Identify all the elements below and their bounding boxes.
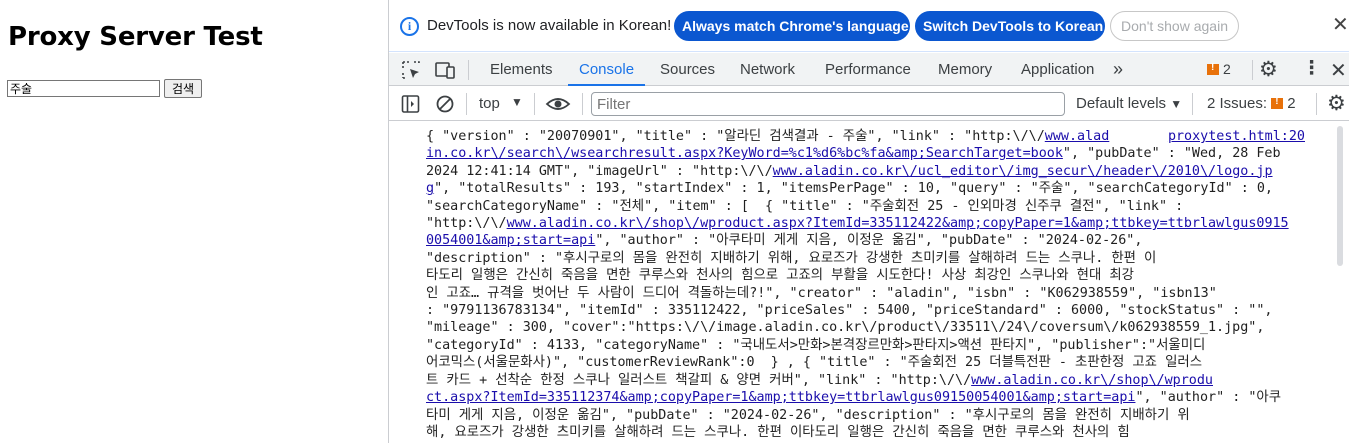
console-scrollbar[interactable]	[1336, 126, 1344, 443]
console-log-line: 타미 게게 지음, 이정운 옮김", "pubDate" : "2024-02-…	[426, 407, 1308, 424]
console-output: { "version" : "20070901", "title" : "알라딘…	[389, 122, 1349, 443]
sidebar-toggle-icon[interactable]	[400, 93, 422, 115]
switch-korean-button[interactable]: Switch DevTools to Korean	[915, 11, 1105, 41]
live-expression-eye-icon[interactable]	[545, 93, 571, 115]
console-text: : "9791136783134", "itemId" : 335112422,…	[426, 303, 1273, 319]
issues-label: 2 Issues:	[1207, 95, 1268, 112]
settings-gear-icon[interactable]: ⚙	[1259, 57, 1278, 82]
console-filter-input[interactable]	[591, 92, 1065, 116]
tab-console[interactable]: Console	[567, 53, 646, 86]
page-title: Proxy Server Test	[8, 22, 263, 52]
console-log-line: "searchCategoryName" : "전체", "item" : [ …	[426, 198, 1308, 215]
language-infobar: i DevTools is now available in Korean! A…	[389, 0, 1349, 52]
console-text: 2024 12:41:14 GMT", "imageUrl" : "http:\…	[426, 163, 773, 179]
tab-application[interactable]: Application	[1021, 53, 1094, 86]
toolbar-divider	[1316, 93, 1317, 115]
context-selector[interactable]: top	[479, 95, 500, 112]
inspect-element-icon[interactable]	[400, 59, 422, 81]
levels-dropdown-arrow-icon: ▼	[1170, 97, 1183, 111]
console-log-line: 해, 요로즈가 강생한 츠미키를 살해하려 드는 스쿠나. 한편 이타도리 일행…	[426, 424, 1308, 441]
console-log-line: in.co.kr\/search\/wsearchresult.aspx?Key…	[426, 145, 1308, 162]
devtools-panel: i DevTools is now available in Korean! A…	[388, 0, 1349, 443]
console-text: { "version" : "20070901", "title" : "알라딘…	[426, 129, 1045, 144]
infobar-message: DevTools is now available in Korean!	[427, 17, 672, 34]
console-text: ", "author" : "아쿠타미 게게 지음, 이정운 옮김", "pub…	[595, 233, 1143, 249]
toolbar-divider	[468, 60, 469, 80]
log-levels-label: Default levels	[1076, 95, 1167, 112]
issues-counter[interactable]: 2 Issues: 2	[1207, 95, 1296, 112]
issues-badge-count: 2	[1223, 61, 1231, 77]
toolbar-divider	[1192, 93, 1193, 115]
console-url-link[interactable]: g	[426, 181, 434, 196]
console-url-link[interactable]: in.co.kr\/search\/wsearchresult.aspx?Key…	[426, 146, 1063, 161]
issues-count: 2	[1287, 95, 1296, 112]
console-log-line: "http:\/\/www.aladin.co.kr\/shop\/wprodu…	[426, 215, 1308, 232]
console-log-message: { "version" : "20070901", "title" : "알라딘…	[426, 128, 1308, 441]
page-viewport: Proxy Server Test 검색	[0, 0, 388, 443]
console-log-line: 0054001&amp;start=api", "author" : "아쿠타미…	[426, 232, 1308, 249]
console-url-link[interactable]: www.aladin.co.kr\/shop\/wproduct.aspx?It…	[507, 216, 1289, 231]
console-text: 타도리 일행은 간신히 죽음을 면한 쿠루스와 천사의 힘으로 고죠의 부활을 …	[426, 268, 1134, 284]
close-icon[interactable]: ✕	[1332, 15, 1349, 35]
console-toolbar: top ▼ Default levels ▼ 2 Issues: 2 ⚙	[389, 87, 1349, 121]
search-input[interactable]	[7, 80, 160, 97]
console-log-line: "mileage" : 300, "cover":"https:\/\/imag…	[426, 319, 1308, 336]
console-text: 트 카드 + 선착순 한정 스쿠나 일러스트 책갈피 & 양면 커버", "li…	[426, 372, 972, 388]
console-log-line: "categoryId" : 4133, "categoryName" : "국…	[426, 337, 1308, 354]
console-log-line: "description" : "후시구로의 몸을 완전히 지배하기 위해, 요…	[426, 250, 1308, 267]
console-log-line: 트 카드 + 선착순 한정 스쿠나 일러스트 책갈피 & 양면 커버", "li…	[426, 372, 1308, 389]
console-log-line: 타도리 일행은 간신히 죽음을 면한 쿠루스와 천사의 힘으로 고죠의 부활을 …	[426, 267, 1308, 284]
match-language-button[interactable]: Always match Chrome's language	[674, 11, 910, 41]
issue-flag-icon	[1207, 62, 1219, 75]
info-icon: i	[400, 17, 419, 36]
clear-console-icon[interactable]	[434, 93, 456, 115]
console-text: 인 고죠… 규격을 벗어난 두 사람이 드디어 격돌하는데?!", "creat…	[426, 285, 1217, 301]
console-log-line: 인 고죠… 규격을 벗어난 두 사람이 드디어 격돌하는데?!", "creat…	[426, 285, 1308, 302]
toolbar-divider	[1252, 60, 1253, 80]
search-button[interactable]: 검색	[164, 79, 202, 98]
tab-sources[interactable]: Sources	[660, 53, 715, 86]
log-levels-dropdown[interactable]: Default levels ▼	[1076, 95, 1182, 112]
console-log-line: : "9791136783134", "itemId" : 335112422,…	[426, 302, 1308, 319]
toolbar-divider	[534, 93, 535, 115]
console-url-link[interactable]: www.aladin.co.kr\/shop\/wprodu	[971, 373, 1213, 388]
tab-elements[interactable]: Elements	[490, 53, 553, 86]
devtools-tabbar: Elements Console Sources Network Perform…	[389, 53, 1349, 86]
console-log-line: 2024 12:41:14 GMT", "imageUrl" : "http:\…	[426, 163, 1308, 180]
tab-memory[interactable]: Memory	[938, 53, 992, 86]
close-devtools-icon[interactable]: ✕	[1330, 58, 1347, 83]
console-text: ", "totalResults" : 193, "startIndex" : …	[434, 181, 1273, 197]
dont-show-again-button[interactable]: Don't show again	[1110, 11, 1239, 41]
context-dropdown-arrow-icon[interactable]: ▼	[511, 95, 523, 109]
tab-performance[interactable]: Performance	[825, 53, 911, 86]
device-toolbar-icon[interactable]	[434, 59, 456, 81]
console-text: "description" : "후시구로의 몸을 완전히 지배하기 위해, 요…	[426, 250, 1157, 266]
console-text: 타미 게게 지음, 이정운 옮김", "pubDate" : "2024-02-…	[426, 407, 1190, 423]
console-text: 해, 요로즈가 강생한 츠미키를 살해하려 드는 스쿠나. 한편 이타도리 일행…	[426, 424, 1130, 440]
more-options-icon[interactable]: ⋮	[1302, 57, 1321, 80]
scrollbar-thumb[interactable]	[1337, 126, 1343, 266]
console-url-link[interactable]: 0054001&amp;start=api	[426, 233, 595, 248]
console-text: ", "author" : "아쿠	[1135, 390, 1282, 406]
console-log-line: 어코믹스(서울문화사)", "customerReviewRank":0 } ,…	[426, 354, 1308, 371]
console-log-line: ct.aspx?ItemId=335112374&amp;copyPaper=1…	[426, 389, 1308, 406]
console-text: "http:\/\/	[426, 216, 507, 232]
console-log-line: g", "totalResults" : 193, "startIndex" :…	[426, 180, 1308, 197]
console-text: "mileage" : 300, "cover":"https:\/\/imag…	[426, 320, 1265, 336]
toolbar-divider	[582, 93, 583, 115]
issues-badge[interactable]: 2	[1207, 61, 1231, 77]
source-link[interactable]: proxytest.html:20	[1161, 128, 1305, 146]
tab-network[interactable]: Network	[740, 53, 795, 86]
console-settings-gear-icon[interactable]: ⚙	[1327, 91, 1346, 116]
console-text: "searchCategoryName" : "전체", "item" : [ …	[426, 198, 1184, 214]
console-text: 어코믹스(서울문화사)", "customerReviewRank":0 } ,…	[426, 355, 1203, 371]
console-text: "categoryId" : 4133, "categoryName" : "국…	[426, 337, 1206, 353]
issue-flag-icon	[1271, 96, 1284, 109]
toolbar-divider	[466, 93, 467, 115]
console-text: ", "pubDate" : "Wed, 28 Feb	[1062, 146, 1281, 162]
console-url-link[interactable]: www.alad	[1045, 129, 1110, 144]
console-url-link[interactable]: ct.aspx?ItemId=335112374&amp;copyPaper=1…	[426, 390, 1135, 405]
console-url-link[interactable]: www.aladin.co.kr\/ucl_editor\/img_secur\…	[773, 164, 1273, 179]
more-tabs-chevron-icon[interactable]: »	[1113, 59, 1123, 80]
